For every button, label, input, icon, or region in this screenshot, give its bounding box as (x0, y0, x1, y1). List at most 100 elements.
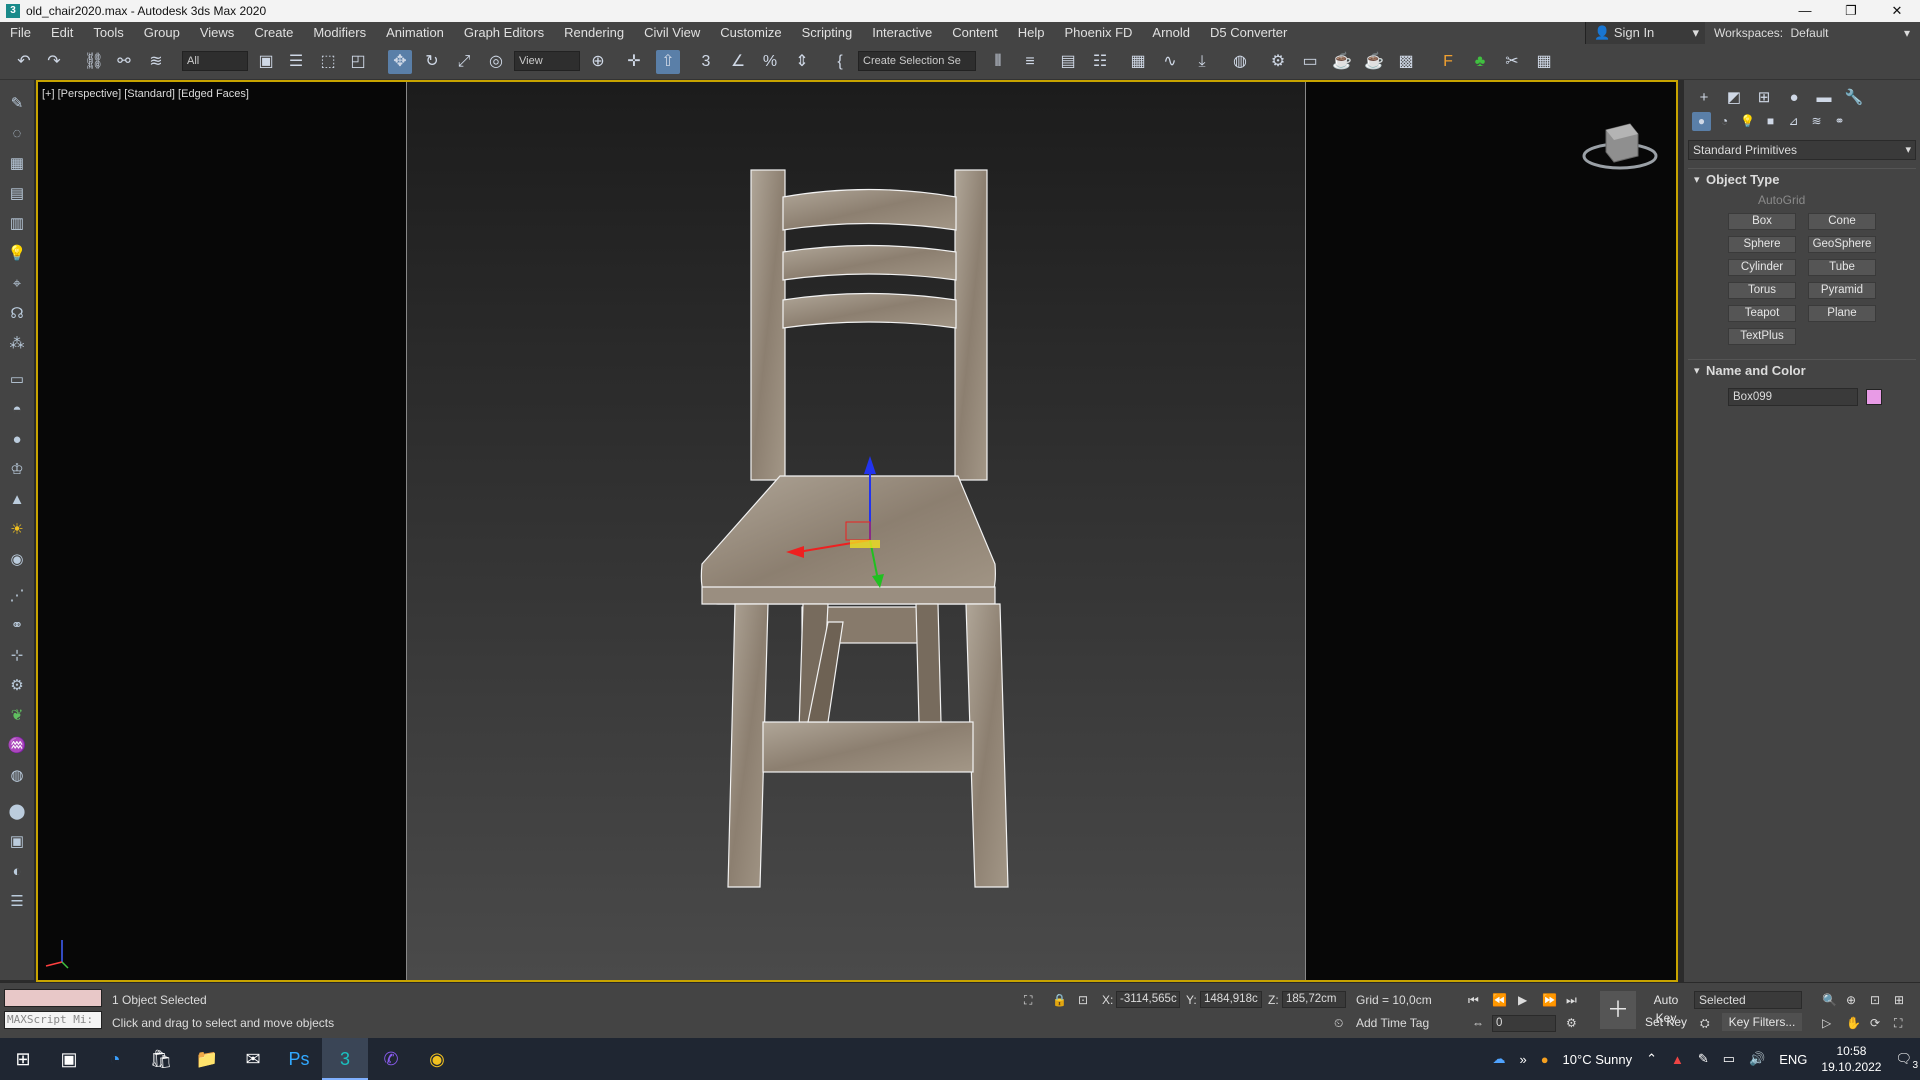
layer-explorer-icon[interactable]: ☷ (1088, 50, 1112, 74)
render-production-icon[interactable]: ☕ (1330, 50, 1354, 74)
network-icon[interactable]: ▭ (1723, 1051, 1735, 1067)
language-indicator[interactable]: ENG (1779, 1052, 1807, 1067)
geosphere-button[interactable]: GeoSphere (1808, 236, 1876, 253)
menu-content[interactable]: Content (942, 22, 1008, 44)
state-sets-icon[interactable]: ▥ (5, 212, 29, 236)
perspective-viewport[interactable]: [+] [Perspective] [Standard] [Edged Face… (36, 80, 1678, 982)
menu-tools[interactable]: Tools (83, 22, 133, 44)
maximize-viewport-icon[interactable]: ⛶ (1894, 1016, 1902, 1031)
set-keys-plus-icon[interactable]: ＋ (1600, 991, 1636, 1029)
menu-animation[interactable]: Animation (376, 22, 454, 44)
primitives-category-dropdown[interactable]: Standard Primitives (1688, 140, 1916, 160)
notifications-icon[interactable]: 🗨 3 (1895, 1051, 1918, 1071)
undo-icon[interactable]: ↶ (12, 50, 36, 74)
menu-create[interactable]: Create (244, 22, 303, 44)
toggle-ribbon-icon[interactable]: ▦ (1126, 50, 1150, 74)
menu-file[interactable]: File (0, 22, 41, 44)
systems-icon[interactable]: ⚭ (1830, 112, 1849, 131)
sphere-icon[interactable]: ● (5, 428, 29, 452)
object-color-swatch[interactable] (1866, 389, 1882, 405)
maxscript-listener-output[interactable] (4, 989, 102, 1007)
workspaces-selector[interactable]: Workspaces: Default ▾ (1710, 22, 1920, 44)
speaker-icon[interactable]: 🔊 (1749, 1051, 1765, 1067)
zoom-extents-icon[interactable]: ⊡ (1870, 993, 1880, 1007)
go-to-end-icon[interactable]: ⏭ (1566, 993, 1577, 1008)
maxscript-mini-listener-input[interactable]: MAXScript Mi: (4, 1011, 102, 1029)
hierarchy-tab-icon[interactable]: ⊞ (1752, 88, 1776, 108)
keyboard-shortcut-override-icon[interactable]: ⇧ (656, 50, 680, 74)
cylinder-button[interactable]: Cylinder (1728, 259, 1796, 276)
play-icon[interactable]: ▶ (1518, 993, 1527, 1007)
rendered-frame-window-icon[interactable]: ▭ (1298, 50, 1322, 74)
list-icon[interactable]: ☰ (5, 890, 29, 914)
geometry-icon[interactable]: ● (1692, 112, 1711, 131)
edit-named-selection-icon[interactable]: { (828, 50, 852, 74)
railclone-icon[interactable]: ♣ (1468, 50, 1492, 74)
previous-frame-icon[interactable]: ⏪ (1492, 993, 1507, 1007)
render-iterative-icon[interactable]: ☕ (1362, 50, 1386, 74)
manipulate-icon[interactable]: ✛ (622, 50, 646, 74)
menu-interactive[interactable]: Interactive (862, 22, 942, 44)
sphere-button[interactable]: Sphere (1728, 236, 1796, 253)
material-editor-icon[interactable]: ◍ (1228, 50, 1252, 74)
helper-icon[interactable]: ☊ (5, 302, 29, 326)
orbit-icon[interactable]: ⟳ (1870, 1016, 1880, 1030)
reference-coordinate-dropdown[interactable]: View (514, 51, 580, 71)
unlink-icon[interactable]: ⚯ (112, 50, 136, 74)
paint-selection-icon[interactable]: ✎ (5, 92, 29, 116)
textplus-button[interactable]: TextPlus (1728, 328, 1796, 345)
time-tag-icon[interactable]: ⏲ (1334, 1016, 1343, 1031)
chrome-icon[interactable]: ◉ (414, 1038, 460, 1080)
spacewarps-icon[interactable]: ≋ (1807, 112, 1826, 131)
menu-phoenix-fd[interactable]: Phoenix FD (1055, 22, 1143, 44)
fluid-icon[interactable]: ◍ (5, 764, 29, 788)
hemisphere-icon[interactable]: ◓ (5, 398, 29, 422)
motion-tab-icon[interactable]: ● (1782, 88, 1806, 108)
pan-view-icon[interactable]: ✋ (1846, 1016, 1861, 1030)
zoom-all-icon[interactable]: ⊕ (1846, 993, 1856, 1007)
key-mode-icon[interactable]: ⇔ (1472, 1016, 1484, 1030)
lock-selection-icon[interactable]: 🔒 (1052, 993, 1067, 1007)
cameras-icon[interactable]: ■ (1761, 112, 1780, 131)
menu-help[interactable]: Help (1008, 22, 1055, 44)
3dsmax-taskbar-icon[interactable]: 3 (322, 1038, 368, 1080)
hair-icon[interactable]: ♒ (5, 734, 29, 758)
menu-d5-converter[interactable]: D5 Converter (1200, 22, 1297, 44)
next-frame-icon[interactable]: ⏩ (1542, 993, 1557, 1007)
create-tab-icon[interactable]: + (1692, 88, 1716, 108)
scene-explorer-icon[interactable]: ▤ (1056, 50, 1080, 74)
angle-snap-icon[interactable]: ∠ (726, 50, 750, 74)
sign-in-button[interactable]: 👤 Sign In ▾ (1585, 22, 1705, 44)
key-selection-dropdown[interactable]: Selected (1694, 991, 1802, 1009)
menu-scripting[interactable]: Scripting (792, 22, 863, 44)
menu-rendering[interactable]: Rendering (554, 22, 634, 44)
lasso-selection-icon[interactable]: ◌ (5, 122, 29, 146)
align-icon[interactable]: ≡ (1018, 50, 1042, 74)
torus-button[interactable]: Torus (1728, 282, 1796, 299)
menu-edit[interactable]: Edit (41, 22, 83, 44)
percent-snap-icon[interactable]: % (758, 50, 782, 74)
menu-modifiers[interactable]: Modifiers (303, 22, 376, 44)
plane-icon[interactable]: ▭ (5, 368, 29, 392)
display-tab-icon[interactable]: ▬ (1812, 88, 1836, 108)
select-object-icon[interactable]: ▣ (254, 50, 278, 74)
schematic-view-icon[interactable]: ⤓ (1190, 50, 1214, 74)
utilities-tab-icon[interactable]: 🔧 (1842, 88, 1866, 108)
scene-icon[interactable]: ▦ (5, 152, 29, 176)
isolate-selection-icon[interactable]: ⛶ (1024, 993, 1032, 1008)
microsoft-store-icon[interactable]: 🛍 (138, 1038, 184, 1080)
basket-icon[interactable]: ♔ (5, 458, 29, 482)
shapes-icon[interactable]: ◔ (1715, 112, 1734, 131)
field-of-view-icon[interactable]: ▷ (1822, 1016, 1831, 1030)
key-filters-icon[interactable]: ⛭ (1700, 1016, 1710, 1031)
minimize-button[interactable]: — (1782, 0, 1828, 22)
forest-pack-icon[interactable]: F (1436, 50, 1460, 74)
menu-civil-view[interactable]: Civil View (634, 22, 710, 44)
go-to-start-icon[interactable]: ⏮ (1468, 993, 1479, 1008)
selection-filter-dropdown[interactable]: All (182, 51, 248, 71)
render-to-texture-icon[interactable]: ▩ (1394, 50, 1418, 74)
snaps-toggle-icon[interactable]: 3 (694, 50, 718, 74)
select-and-scale-icon[interactable]: ⤢ (452, 50, 476, 74)
key-filters-button[interactable]: Key Filters... (1722, 1013, 1802, 1031)
menu-customize[interactable]: Customize (710, 22, 791, 44)
